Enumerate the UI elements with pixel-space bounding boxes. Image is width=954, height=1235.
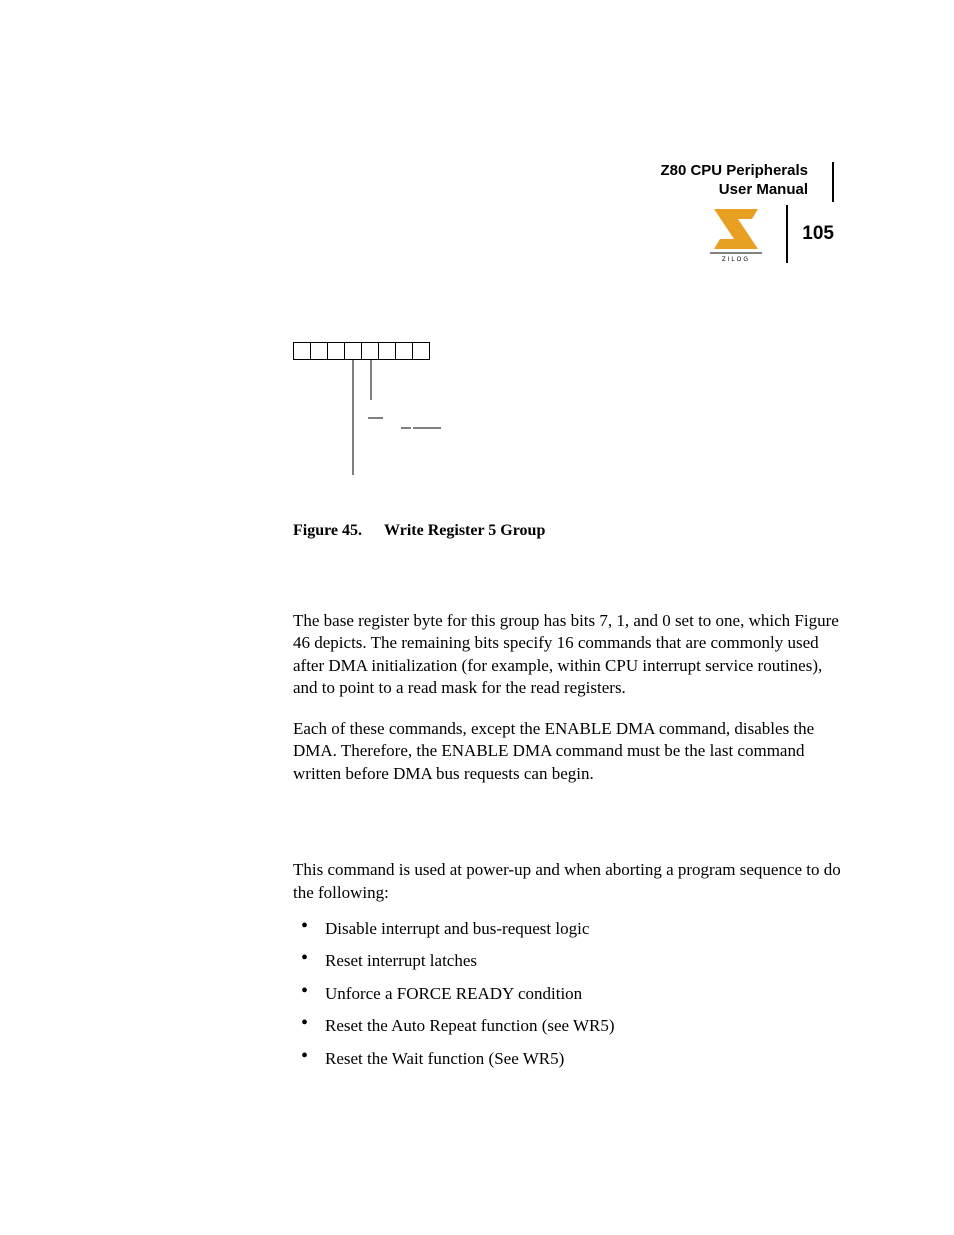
bit-cell	[293, 342, 311, 360]
list-item: Disable interrupt and bus-request logic	[293, 918, 841, 940]
logo-text: ZILOG	[722, 257, 750, 263]
list-item: Reset the Auto Repeat function (see WR5)	[293, 1015, 841, 1037]
bullet-list: Disable interrupt and bus-request logic …	[293, 918, 841, 1070]
paragraph: Each of these commands, except the ENABL…	[293, 718, 841, 785]
page-header: Z80 CPU Peripherals User Manual	[534, 162, 834, 202]
list-item: Unforce a FORCE READY condition	[293, 983, 841, 1005]
bit-cell	[344, 342, 362, 360]
list-item: Reset interrupt latches	[293, 950, 841, 972]
bit-cell	[412, 342, 430, 360]
doc-title-line2: User Manual	[534, 181, 808, 200]
figure-number: Figure 45.	[293, 522, 362, 539]
header-titles: Z80 CPU Peripherals User Manual	[534, 162, 834, 202]
register-diagram	[293, 342, 453, 482]
diagram-lines-icon	[293, 360, 453, 480]
paragraph: This command is used at power-up and whe…	[293, 859, 841, 904]
list-item: Reset the Wait function (See WR5)	[293, 1048, 841, 1070]
doc-title-line1: Z80 CPU Peripherals	[534, 162, 808, 181]
page: Z80 CPU Peripherals User Manual ZILOG 10…	[0, 0, 954, 1235]
bit-cell	[361, 342, 379, 360]
bit-row	[293, 342, 453, 360]
bit-cell	[395, 342, 413, 360]
zilog-logo: ZILOG	[708, 205, 788, 263]
figure-caption: Figure 45. Write Register 5 Group	[293, 522, 545, 540]
logo-block: ZILOG 105	[708, 205, 834, 263]
paragraph: The base register byte for this group ha…	[293, 610, 841, 700]
body-text: The base register byte for this group ha…	[293, 610, 841, 1080]
bit-cell	[327, 342, 345, 360]
bit-cell	[378, 342, 396, 360]
zilog-logo-icon: ZILOG	[708, 205, 764, 263]
figure-title: Write Register 5 Group	[384, 522, 545, 539]
page-number: 105	[792, 205, 834, 263]
bit-cell	[310, 342, 328, 360]
